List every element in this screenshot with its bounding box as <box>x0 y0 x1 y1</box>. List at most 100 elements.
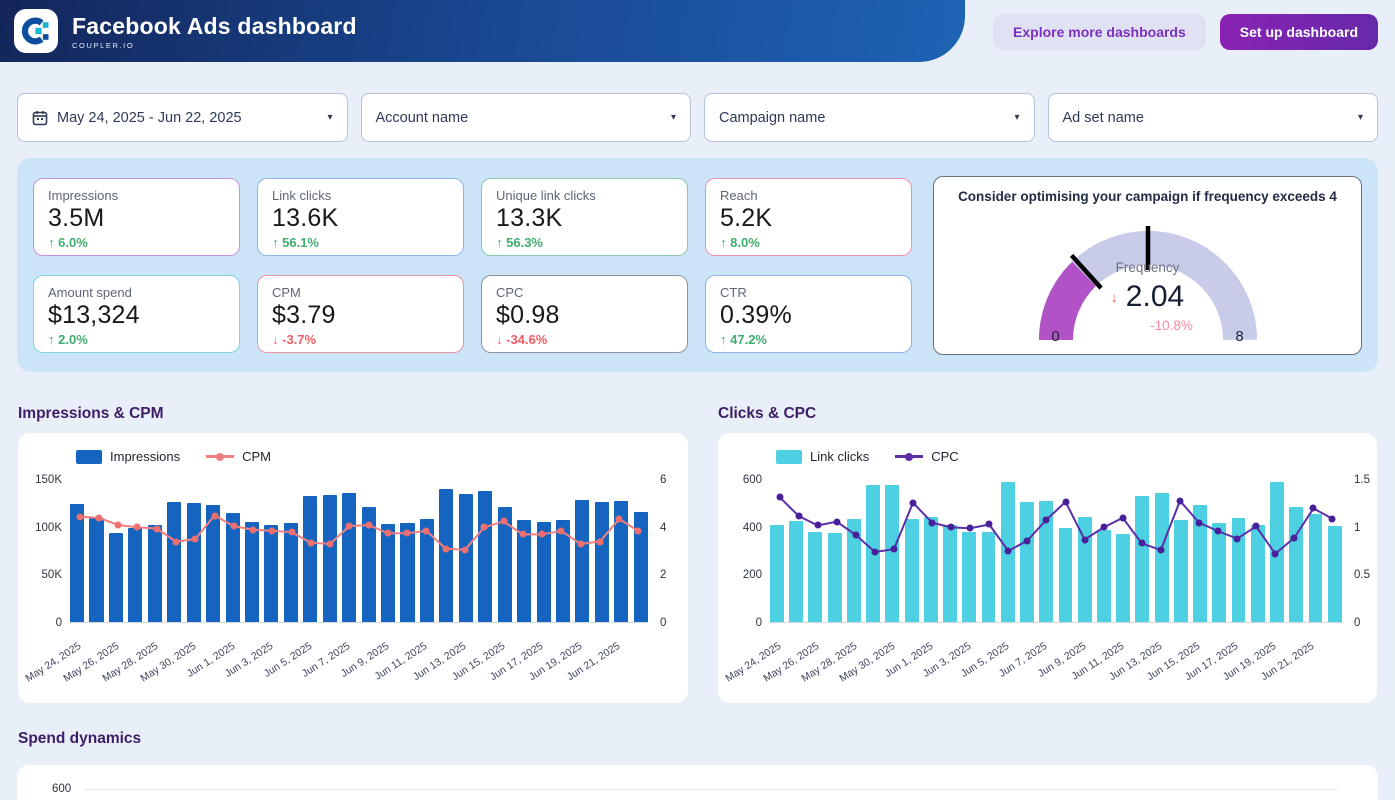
line-marker-25[interactable] <box>558 527 565 534</box>
coupler-logo-icon[interactable] <box>14 9 58 53</box>
campaign-name-filter[interactable]: Campaign name▾ <box>704 93 1035 142</box>
x-axis-labels: May 24, 2025May 26, 2025May 28, 2025May … <box>770 629 1342 693</box>
line-marker-11[interactable] <box>986 521 993 528</box>
line-marker-16[interactable] <box>1081 536 1088 543</box>
line-marker-11[interactable] <box>288 529 295 536</box>
kpi-grid: Impressions3.5M↑ 6.0%Link clicks13.6K↑ 5… <box>33 178 929 353</box>
line-marker-19[interactable] <box>1138 540 1145 547</box>
line-marker-9[interactable] <box>948 524 955 531</box>
line-marker-4[interactable] <box>852 531 859 538</box>
line-marker-13[interactable] <box>1024 537 1031 544</box>
line-marker-2[interactable] <box>115 521 122 528</box>
spend-y-tick: 600 <box>52 783 71 795</box>
line-marker-0[interactable] <box>76 513 83 520</box>
line-marker-5[interactable] <box>172 538 179 545</box>
title-stack: Facebook Ads dashboard COUPLER.IO <box>72 13 357 50</box>
line-marker-23[interactable] <box>519 531 526 538</box>
legend-item-link-clicks[interactable]: Link clicks <box>776 449 869 464</box>
line-marker-23[interactable] <box>1215 528 1222 535</box>
line-marker-13[interactable] <box>327 540 334 547</box>
line-marker-3[interactable] <box>134 524 141 531</box>
line-marker-18[interactable] <box>1119 514 1126 521</box>
line-marker-8[interactable] <box>230 523 237 530</box>
line-marker-26[interactable] <box>577 540 584 547</box>
line-marker-24[interactable] <box>1234 535 1241 542</box>
frequency-gauge: Frequency ↓ 2.04 -10.8% 0 8 <box>983 206 1313 348</box>
line-marker-1[interactable] <box>795 512 802 519</box>
line-marker-18[interactable] <box>423 527 430 534</box>
line-marker-14[interactable] <box>1043 516 1050 523</box>
line-marker-15[interactable] <box>1062 498 1069 505</box>
line-marker-26[interactable] <box>1272 550 1279 557</box>
kpi-delta: ↓ -3.7% <box>272 332 449 347</box>
line-marker-6[interactable] <box>890 546 897 553</box>
line-marker-12[interactable] <box>1005 548 1012 555</box>
facebook-ads-dashboard-page: Facebook Ads dashboard COUPLER.IO Explor… <box>0 0 1395 800</box>
x-axis-labels: May 24, 2025May 26, 2025May 28, 2025May … <box>70 629 648 693</box>
line-marker-14[interactable] <box>346 523 353 530</box>
line-marker-28[interactable] <box>1310 505 1317 512</box>
ad-set-name-filter[interactable]: Ad set name▾ <box>1048 93 1379 142</box>
line-marker-7[interactable] <box>910 499 917 506</box>
set-up-dashboard-button[interactable]: Set up dashboard <box>1220 14 1378 50</box>
kpi-delta: ↑ 47.2% <box>720 332 897 347</box>
line-marker-6[interactable] <box>192 536 199 543</box>
line-marker-12[interactable] <box>307 539 314 546</box>
kpi-value: $0.98 <box>496 301 673 330</box>
line-marker-25[interactable] <box>1253 523 1260 530</box>
kpi-value: 0.39% <box>720 301 897 330</box>
line-marker-15[interactable] <box>365 521 372 528</box>
line-marker-21[interactable] <box>481 524 488 531</box>
y-tick-label: 50K <box>42 569 62 581</box>
line-marker-4[interactable] <box>153 525 160 532</box>
line-marker-8[interactable] <box>929 519 936 526</box>
line-marker-0[interactable] <box>776 494 783 501</box>
y-axis-left: 150K100K50K0 <box>18 480 62 623</box>
kpi-value: 3.5M <box>48 204 225 233</box>
kpi-label: CTR <box>720 285 897 300</box>
line-marker-21[interactable] <box>1176 497 1183 504</box>
account-name-filter[interactable]: Account name ▾ <box>361 93 692 142</box>
kpi-card-impressions: Impressions3.5M↑ 6.0% <box>33 178 240 256</box>
kpi-label: Link clicks <box>272 188 449 203</box>
coupler-mark-icon <box>21 16 51 46</box>
line-marker-24[interactable] <box>539 531 546 538</box>
date-range-filter[interactable]: May 24, 2025 - Jun 22, 2025▾ <box>17 93 348 142</box>
filter-label: Ad set name <box>1063 110 1144 126</box>
line-marker-29[interactable] <box>635 527 642 534</box>
chevron-down-icon: ▾ <box>327 112 332 123</box>
filter-label: Account name <box>376 110 469 126</box>
legend-item-cpm[interactable]: CPM <box>206 449 271 464</box>
explore-more-dashboards-button[interactable]: Explore more dashboards <box>993 14 1206 50</box>
line-marker-17[interactable] <box>1100 524 1107 531</box>
legend-item-impressions[interactable]: Impressions <box>76 449 180 464</box>
line-marker-16[interactable] <box>384 530 391 537</box>
spend-dynamics-chart: 600 <box>17 765 1378 800</box>
chevron-down-icon: ▾ <box>671 112 676 123</box>
spend-dynamics-title: Spend dynamics <box>18 730 141 748</box>
line-marker-29[interactable] <box>1329 515 1336 522</box>
line-marker-27[interactable] <box>1291 534 1298 541</box>
arrow-up-icon: ↑ <box>272 235 282 250</box>
line-marker-9[interactable] <box>250 526 257 533</box>
line-marker-7[interactable] <box>211 512 218 519</box>
line-marker-3[interactable] <box>833 518 840 525</box>
line-marker-5[interactable] <box>871 548 878 555</box>
line-marker-28[interactable] <box>616 516 623 523</box>
line-marker-22[interactable] <box>500 518 507 525</box>
legend-item-cpc[interactable]: CPC <box>895 449 958 464</box>
line-marker-10[interactable] <box>269 527 276 534</box>
y-tick-label: 0 <box>56 617 62 629</box>
line-marker-2[interactable] <box>814 522 821 529</box>
line-marker-22[interactable] <box>1196 519 1203 526</box>
line-marker-27[interactable] <box>596 538 603 545</box>
line-marker-17[interactable] <box>404 530 411 537</box>
filter-bar: May 24, 2025 - Jun 22, 2025▾ Account name… <box>17 93 1378 142</box>
line-marker-10[interactable] <box>967 525 974 532</box>
gauge-metric-label: Frequency <box>983 260 1313 275</box>
line-marker-20[interactable] <box>461 546 468 553</box>
line-marker-1[interactable] <box>95 514 102 521</box>
line-marker-20[interactable] <box>1157 547 1164 554</box>
line-marker-19[interactable] <box>442 545 449 552</box>
gauge-delta-down-icon: ↓ <box>1111 289 1118 305</box>
